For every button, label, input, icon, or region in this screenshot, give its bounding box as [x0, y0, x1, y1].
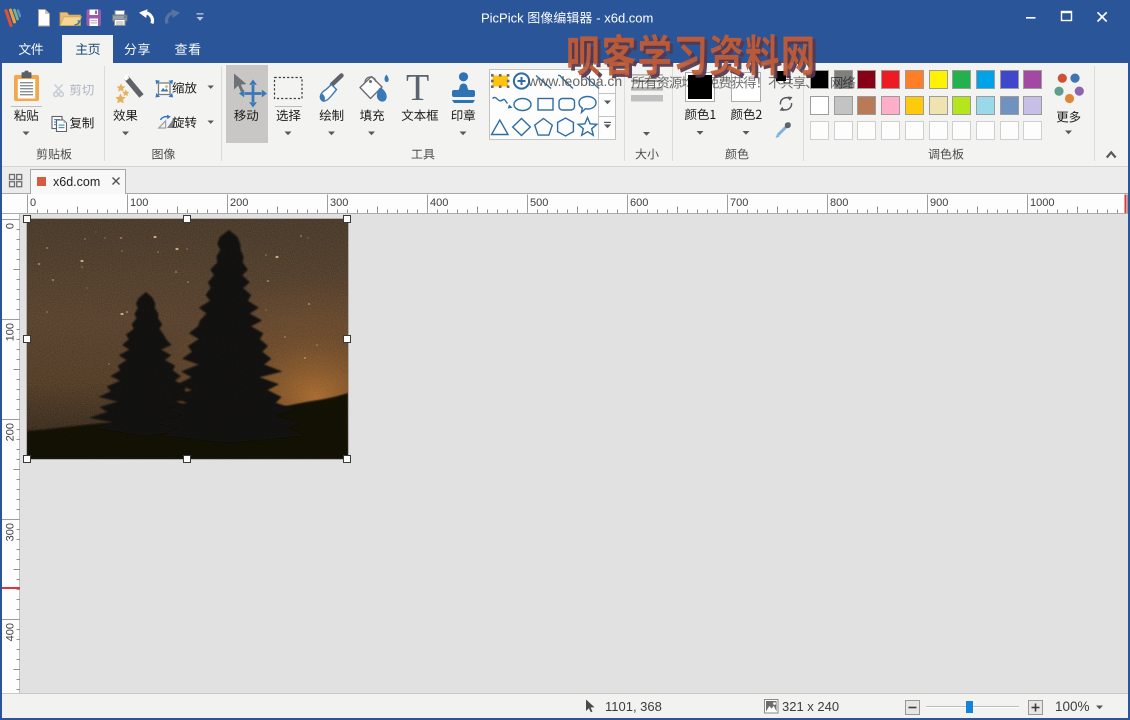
svg-text:100: 100	[5, 323, 17, 341]
svg-text:- x6d.com: - x6d.com	[596, 11, 653, 26]
svg-text:400: 400	[5, 623, 17, 641]
svg-text:100: 100	[130, 197, 148, 209]
svg-text:300: 300	[5, 523, 17, 541]
svg-text:0: 0	[5, 223, 17, 229]
svg-text:500: 500	[530, 197, 548, 209]
svg-text:300: 300	[330, 197, 348, 209]
svg-text:www.leobba.cn: www.leobba.cn	[527, 73, 622, 89]
svg-text:0: 0	[30, 197, 36, 209]
svg-text:600: 600	[630, 197, 648, 209]
svg-text:700: 700	[730, 197, 748, 209]
svg-text:400: 400	[430, 197, 448, 209]
svg-text:800: 800	[830, 197, 848, 209]
svg-text:T: T	[406, 67, 429, 109]
svg-text:PicPick: PicPick	[481, 11, 524, 26]
svg-text:1000: 1000	[1030, 197, 1054, 209]
svg-text:200: 200	[5, 423, 17, 441]
svg-text:900: 900	[930, 197, 948, 209]
svg-text:200: 200	[230, 197, 248, 209]
